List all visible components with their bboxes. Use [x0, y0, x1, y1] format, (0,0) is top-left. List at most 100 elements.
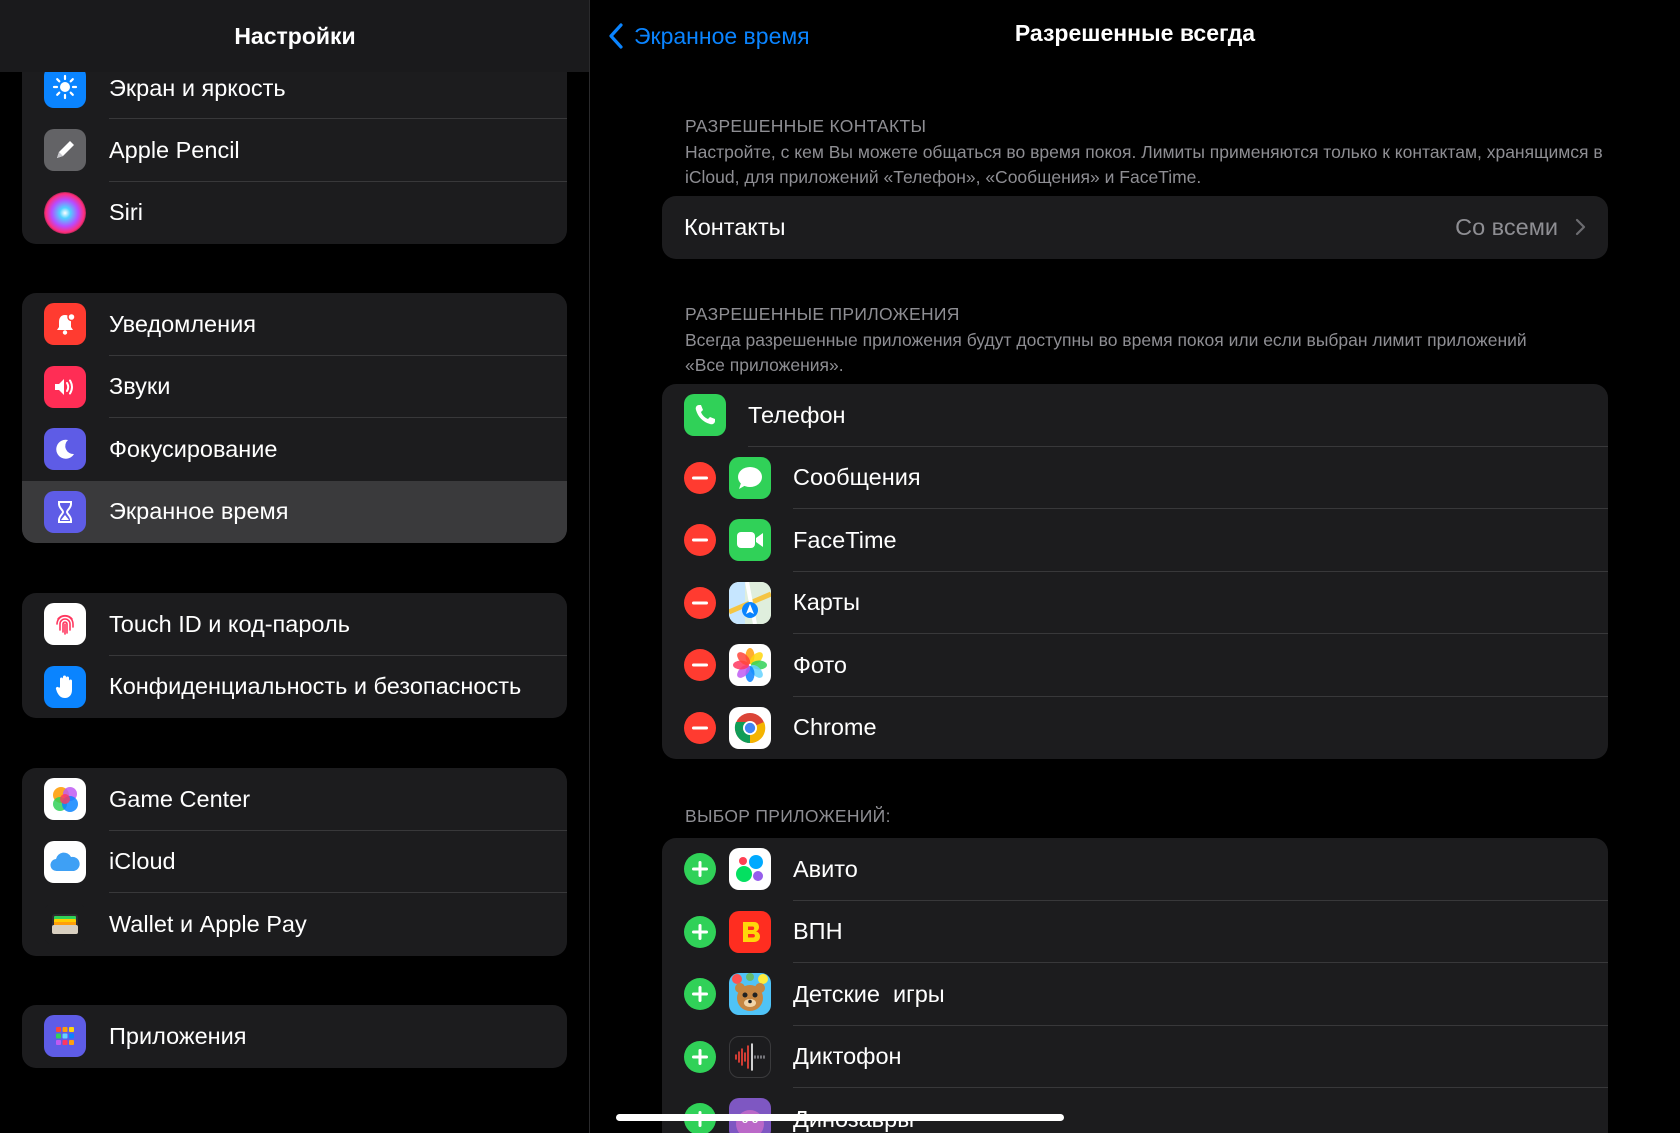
hourglass-icon: [44, 490, 86, 533]
app-label: FaceTime: [793, 526, 897, 553]
sidebar-group-apps: Приложения: [22, 1005, 567, 1068]
remove-button[interactable]: [684, 711, 716, 744]
add-button[interactable]: [684, 978, 716, 1011]
voice-memos-app-icon: [729, 1035, 771, 1078]
sidebar-group-notifications: Уведомления Звуки Фокусирование Экранное…: [22, 293, 567, 543]
section-description: Всегда разрешенные приложения будут дост…: [685, 330, 1527, 375]
app-label: Диктофон: [793, 1043, 902, 1070]
phone-app-icon: [684, 394, 726, 437]
settings-sidebar: Настройки Экран и яркость Apple Pencil S…: [0, 0, 590, 1133]
sidebar-item-label: Звуки: [109, 373, 171, 400]
choose-app-row[interactable]: Динозавры: [662, 1088, 1608, 1133]
app-label: Телефон: [748, 401, 846, 428]
contacts-section-header: РАЗРЕШЕННЫЕ КОНТАКТЫ Настройте, с кем Вы…: [685, 116, 1605, 190]
minus-icon: [692, 726, 708, 730]
minus-icon: [692, 538, 708, 542]
add-button[interactable]: [684, 1040, 716, 1073]
sidebar-item-label: Apple Pencil: [109, 136, 240, 163]
game-center-icon: [44, 778, 86, 821]
section-caption: ВЫБОР ПРИЛОЖЕНИЙ:: [685, 806, 891, 826]
apps-grid-icon: [44, 1015, 86, 1058]
sidebar-item-label: Экранное время: [109, 498, 289, 525]
app-label: Авито: [793, 855, 858, 882]
sidebar-item-screen-time[interactable]: Экранное время: [22, 480, 567, 543]
allowed-app-row[interactable]: Телефон: [662, 384, 1608, 447]
app-label: Фото: [793, 651, 847, 678]
contacts-card: Контакты Со всеми: [662, 196, 1608, 259]
sidebar-item-label: iCloud: [109, 848, 176, 875]
chevron-right-icon: [1575, 219, 1586, 236]
facetime-app-icon: [729, 519, 771, 562]
section-description: Настройте, с кем Вы можете общаться во в…: [685, 142, 1603, 187]
sidebar-item-apple-pencil[interactable]: Apple Pencil: [22, 119, 567, 182]
sidebar-group-security: Touch ID и код-пароль Конфиденциальность…: [22, 593, 567, 718]
home-indicator[interactable]: [616, 1114, 1064, 1121]
allowed-app-row[interactable]: Chrome: [662, 697, 1608, 760]
choose-app-row[interactable]: Авито: [662, 838, 1608, 901]
minus-icon: [692, 601, 708, 605]
app-label: Детские игры: [793, 980, 945, 1007]
choose-app-row[interactable]: ВПН: [662, 901, 1608, 963]
contacts-label: Контакты: [684, 213, 786, 240]
sidebar-item-game-center[interactable]: Game Center: [22, 768, 567, 831]
choose-app-row[interactable]: Детские игры: [662, 963, 1608, 1026]
choose-app-row[interactable]: Диктофон: [662, 1026, 1608, 1088]
fingerprint-icon: [44, 603, 86, 646]
avito-app-icon: [729, 848, 771, 891]
kids-games-app-icon: [729, 973, 771, 1016]
remove-button[interactable]: [684, 524, 716, 557]
contacts-row[interactable]: Контакты Со всеми: [662, 196, 1608, 259]
maps-app-icon: [729, 581, 771, 624]
sidebar-item-notifications[interactable]: Уведомления: [22, 293, 567, 356]
photos-app-icon: [729, 644, 771, 687]
add-button[interactable]: [684, 853, 716, 886]
sidebar-item-focus[interactable]: Фокусирование: [22, 418, 567, 481]
hand-icon: [44, 665, 86, 708]
app-label: Карты: [793, 589, 860, 616]
sidebar-item-sounds[interactable]: Звуки: [22, 356, 567, 418]
sidebar-item-label: Конфиденциальность и безопасность: [109, 673, 522, 700]
sidebar-item-label: Game Center: [109, 785, 251, 812]
allowed-apps-card: Телефон Сообщения FaceTime Карты Фото Ch…: [662, 384, 1608, 759]
contacts-value: Со всеми: [1455, 213, 1558, 240]
chrome-app-icon: [729, 706, 771, 749]
sidebar-item-label: Wallet и Apple Pay: [109, 910, 307, 937]
page-title: Разрешенные всегда: [1014, 20, 1256, 46]
choose-apps-card: Авито ВПН Детские игры Диктофон: [662, 838, 1608, 1133]
app-label: Сообщения: [793, 464, 921, 491]
cloud-icon: [44, 840, 86, 883]
plus-icon: [692, 1048, 708, 1065]
sidebar-item-privacy[interactable]: Конфиденциальность и безопасность: [22, 656, 567, 719]
sun-icon: [44, 66, 86, 108]
allowed-app-row[interactable]: Сообщения: [662, 447, 1608, 509]
siri-icon: [44, 191, 86, 234]
remove-button[interactable]: [684, 586, 716, 619]
sidebar-item-label: Touch ID и код-пароль: [109, 610, 350, 637]
plus-icon: [692, 861, 708, 878]
sidebar-item-label: Уведомления: [109, 310, 256, 337]
sidebar-item-touch-id[interactable]: Touch ID и код-пароль: [22, 593, 567, 656]
allowed-app-row[interactable]: Карты: [662, 572, 1608, 634]
wallet-icon: [44, 903, 86, 946]
add-button[interactable]: [684, 915, 716, 948]
allowed-app-row[interactable]: Фото: [662, 634, 1608, 697]
pencil-icon: [44, 129, 86, 172]
app-label: Chrome: [793, 714, 877, 741]
speaker-icon: [44, 365, 86, 408]
sidebar-item-siri[interactable]: Siri: [22, 182, 567, 245]
sidebar-item-label: Приложения: [109, 1022, 247, 1049]
bell-icon: [44, 303, 86, 346]
allowed-app-row[interactable]: FaceTime: [662, 509, 1608, 572]
vpn-app-icon: [729, 910, 771, 953]
remove-button[interactable]: [684, 461, 716, 494]
sidebar-item-apps[interactable]: Приложения: [22, 1005, 567, 1068]
section-caption: РАЗРЕШЕННЫЕ ПРИЛОЖЕНИЯ: [685, 304, 960, 324]
remove-button[interactable]: [684, 649, 716, 682]
sidebar-item-icloud[interactable]: iCloud: [22, 831, 567, 893]
detail-pane: Экранное время Разрешенные всегда РАЗРЕШ…: [590, 0, 1680, 1133]
messages-app-icon: [729, 456, 771, 499]
sidebar-item-wallet[interactable]: Wallet и Apple Pay: [22, 893, 567, 956]
sidebar-header: Настройки: [0, 0, 590, 72]
app-label: ВПН: [793, 918, 843, 945]
section-caption: РАЗРЕШЕННЫЕ КОНТАКТЫ: [685, 116, 927, 136]
